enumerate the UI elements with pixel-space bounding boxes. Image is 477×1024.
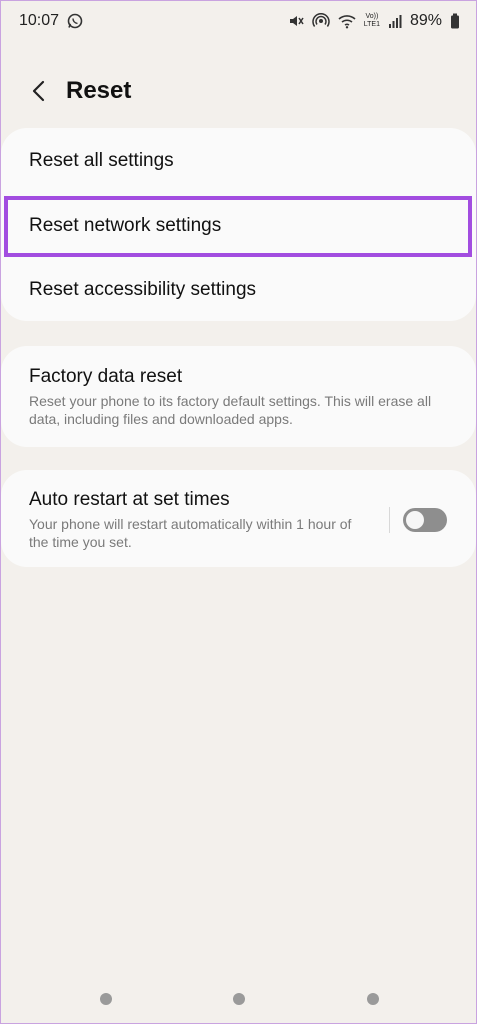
chevron-left-icon: [32, 80, 45, 102]
reset-all-settings-item[interactable]: Reset all settings: [1, 128, 476, 193]
factory-reset-card: Factory data reset Reset your phone to i…: [1, 346, 476, 447]
reset-accessibility-settings-label: Reset accessibility settings: [29, 278, 257, 300]
reset-network-settings-label: Reset network settings: [29, 214, 222, 236]
back-nav-button[interactable]: [367, 993, 379, 1005]
page-header: Reset: [1, 63, 477, 119]
reset-accessibility-settings-item[interactable]: Reset accessibility settings: [1, 258, 476, 321]
page-title: Reset: [66, 77, 132, 104]
toggle-knob: [406, 511, 424, 529]
battery-text: 89%: [409, 12, 442, 29]
status-time: 10:07: [19, 12, 60, 29]
home-button[interactable]: [233, 993, 245, 1005]
vertical-divider: [389, 507, 390, 533]
wifi-icon: [338, 13, 356, 29]
back-button[interactable]: [19, 71, 59, 111]
auto-restart-toggle[interactable]: [403, 508, 447, 532]
volte-label: Vo)): [365, 13, 379, 20]
whatsapp-icon: [67, 13, 83, 29]
factory-data-reset-item[interactable]: Factory data reset Reset your phone to i…: [1, 366, 476, 428]
hotspot-icon: [312, 13, 330, 29]
reset-options-card: Reset all settings Reset network setting…: [1, 128, 476, 321]
recent-apps-button[interactable]: [100, 993, 112, 1005]
network-label: LTE1: [363, 21, 380, 28]
mute-icon: [288, 13, 304, 29]
factory-data-reset-description: Reset your phone to its factory default …: [29, 393, 432, 427]
status-bar: 10:07 Vo)) LTE1 89%: [1, 1, 477, 41]
reset-all-settings-label: Reset all settings: [29, 149, 174, 171]
volte-icon: Vo)) LTE1: [364, 13, 380, 29]
auto-restart-title: Auto restart at set times: [29, 489, 230, 510]
factory-data-reset-title: Factory data reset: [29, 366, 183, 387]
battery-icon: [450, 13, 460, 29]
signal-icon: [388, 13, 402, 29]
status-right: Vo)) LTE1 89%: [288, 12, 460, 30]
auto-restart-description: Your phone will restart automatically wi…: [29, 516, 352, 550]
status-left: 10:07: [19, 12, 83, 30]
reset-network-settings-item[interactable]: Reset network settings: [1, 193, 476, 258]
